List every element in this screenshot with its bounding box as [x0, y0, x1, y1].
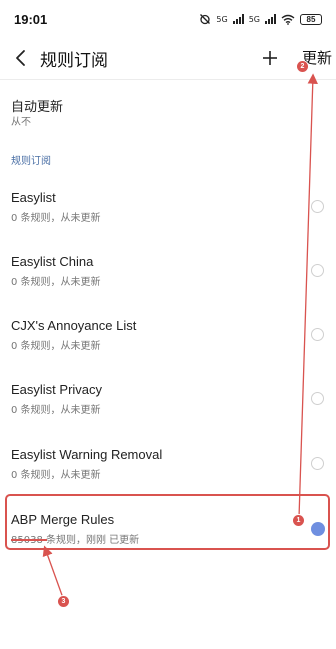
status-icons: 5G 5G 85	[199, 13, 322, 25]
battery-icon: 85	[300, 13, 322, 25]
back-button[interactable]	[8, 44, 34, 72]
rule-name: Easylist Privacy	[11, 382, 103, 397]
rule-radio[interactable]	[311, 457, 324, 470]
signal-5g-label-2: 5G	[248, 14, 260, 24]
auto-update-value: 从不	[11, 117, 31, 128]
alarm-off-icon	[200, 14, 211, 25]
rule-item-easylist[interactable]: Easylist 0 条规则，从未更新	[0, 186, 336, 242]
plus-icon	[263, 51, 277, 65]
rule-name: Easylist	[11, 190, 56, 205]
header-divider	[0, 79, 336, 80]
rule-status: 0 条规则，从未更新	[11, 341, 101, 352]
rule-name: CJX's Annoyance List	[11, 318, 137, 333]
rule-name: Easylist Warning Removal	[11, 447, 163, 462]
chevron-left-icon	[16, 50, 25, 66]
rule-status: 0 条规则，从未更新	[11, 277, 101, 288]
status-bar: 19:01 5G 5G 85	[0, 0, 336, 38]
annotation-badge-1: 1	[293, 515, 304, 526]
rule-status: 0 条规则，从未更新	[11, 405, 101, 416]
annotation-badge-3: 3	[58, 596, 69, 607]
add-rule-button[interactable]	[257, 44, 283, 72]
rule-item-easylist-warning-removal[interactable]: Easylist Warning Removal 0 条规则，从未更新	[0, 443, 336, 499]
app-header: 规则订阅 更新	[0, 38, 336, 78]
section-header: 规则订阅	[11, 156, 51, 167]
auto-update-setting[interactable]: 自动更新 从不	[0, 84, 336, 132]
signal-bars-icon-2	[265, 14, 276, 24]
page-title: 规则订阅	[40, 51, 108, 70]
rule-radio[interactable]	[311, 328, 324, 341]
rule-status: 0 条规则，从未更新	[11, 213, 101, 224]
rule-name: Easylist China	[11, 254, 94, 269]
status-time: 19:01	[14, 11, 48, 27]
rule-item-easylist-privacy[interactable]: Easylist Privacy 0 条规则，从未更新	[0, 378, 336, 434]
rule-item-cjx-annoyance[interactable]: CJX's Annoyance List 0 条规则，从未更新	[0, 314, 336, 370]
signal-5g-label-1: 5G	[216, 14, 228, 24]
annotation-badge-2: 2	[297, 61, 308, 72]
rule-radio[interactable]	[311, 200, 324, 213]
highlight-box	[5, 494, 330, 550]
rule-radio[interactable]	[311, 392, 324, 405]
rule-radio[interactable]	[311, 264, 324, 277]
wifi-icon	[281, 14, 295, 25]
signal-bars-icon-1	[232, 14, 244, 24]
count-underline	[11, 539, 47, 541]
rule-item-easylist-china[interactable]: Easylist China 0 条规则，从未更新	[0, 250, 336, 306]
rule-status: 0 条规则，从未更新	[11, 470, 101, 481]
